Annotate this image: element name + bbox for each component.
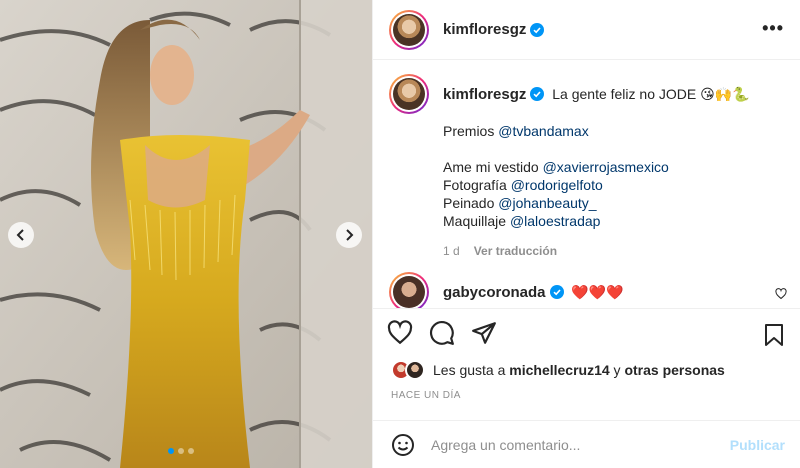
verified-badge-icon — [530, 87, 545, 101]
mention-link[interactable]: @xavierrojasmexico — [543, 159, 669, 175]
author-avatar[interactable] — [389, 9, 429, 50]
likes-conjunction: y — [609, 362, 625, 378]
caption-username[interactable]: kimfloresgz — [443, 86, 526, 103]
comment-item: gabycoronada ❤️❤️❤️ — [373, 272, 800, 308]
comments-section[interactable]: kimfloresgz La gente feliz no JODE 😘🙌🐍 P… — [373, 60, 800, 308]
chevron-left-icon — [16, 229, 24, 241]
post-photo[interactable] — [0, 0, 372, 468]
post-header: kimfloresgz ••• — [373, 0, 800, 60]
comment-body: gabycoronada ❤️❤️❤️ — [443, 284, 624, 301]
post-actions — [373, 308, 800, 356]
post-timestamp[interactable]: HACE UN DÍA — [391, 390, 461, 401]
caption: kimfloresgz La gente feliz no JODE 😘🙌🐍 P… — [373, 60, 800, 260]
liker-avatar[interactable] — [405, 360, 425, 380]
heart-icon — [387, 319, 413, 344]
commenter-avatar[interactable] — [389, 272, 429, 308]
other-likers-link[interactable]: otras personas — [624, 362, 724, 378]
carousel-dot — [188, 448, 194, 454]
liker-username[interactable]: michellecruz14 — [509, 362, 609, 378]
caption-awards-prefix: Premios — [443, 123, 499, 139]
mention-link[interactable]: @rodorigelfoto — [511, 177, 603, 193]
more-options-button[interactable]: ••• — [762, 18, 784, 39]
verified-badge-icon — [530, 22, 545, 37]
comment-text: ❤️❤️❤️ — [571, 283, 624, 300]
post-details-panel: kimfloresgz ••• kimfloresgz La gente fel… — [372, 0, 800, 468]
likes-summary: Les gusta a michellecruz14 y otras perso… — [391, 360, 725, 380]
bookmark-icon — [765, 324, 783, 346]
caption-makeup-prefix: Maquillaje — [443, 213, 510, 229]
emoji-icon[interactable] — [391, 433, 415, 457]
caption-meta: 1 d Ver traducción — [443, 242, 750, 260]
likes-prefix: Les gusta a — [433, 362, 510, 378]
post-image — [0, 0, 372, 468]
share-button[interactable] — [471, 320, 497, 346]
mention-link[interactable]: @tvbandamax — [498, 123, 588, 139]
carousel-dot — [178, 448, 184, 454]
comment-button[interactable] — [429, 320, 455, 346]
see-translation-button[interactable]: Ver traducción — [474, 244, 557, 258]
caption-photo-prefix: Fotografía — [443, 177, 511, 193]
paper-plane-icon — [472, 321, 496, 344]
previous-photo-button[interactable] — [8, 222, 34, 248]
likes-text: Les gusta a michellecruz14 y otras perso… — [433, 362, 725, 378]
caption-hair-prefix: Peinado — [443, 195, 499, 211]
comment-icon — [430, 320, 454, 345]
add-comment-bar: Publicar — [373, 420, 800, 468]
caption-avatar[interactable] — [389, 74, 429, 114]
mention-link[interactable]: @laloestradap — [510, 213, 601, 229]
caption-dress-prefix: Ame mi vestido — [443, 159, 543, 175]
next-photo-button[interactable] — [336, 222, 362, 248]
carousel-dot — [168, 448, 174, 454]
comment-input[interactable] — [431, 436, 701, 453]
chevron-right-icon — [346, 229, 354, 241]
carousel-indicator — [168, 448, 194, 454]
verified-badge-icon — [549, 284, 564, 299]
like-button[interactable] — [387, 319, 413, 346]
mention-link[interactable]: @johanbeauty_ — [498, 195, 596, 211]
commenter-username[interactable]: gabycoronada — [443, 284, 546, 301]
caption-text: La gente feliz no JODE 😘🙌🐍 — [552, 86, 750, 102]
author-username[interactable]: kimfloresgz — [443, 21, 526, 38]
publish-button[interactable]: Publicar — [730, 437, 785, 453]
like-comment-icon[interactable] — [775, 288, 787, 300]
save-button[interactable] — [763, 323, 785, 350]
caption-body: kimfloresgz La gente feliz no JODE 😘🙌🐍 P… — [443, 74, 750, 260]
caption-age[interactable]: 1 d — [443, 244, 460, 258]
